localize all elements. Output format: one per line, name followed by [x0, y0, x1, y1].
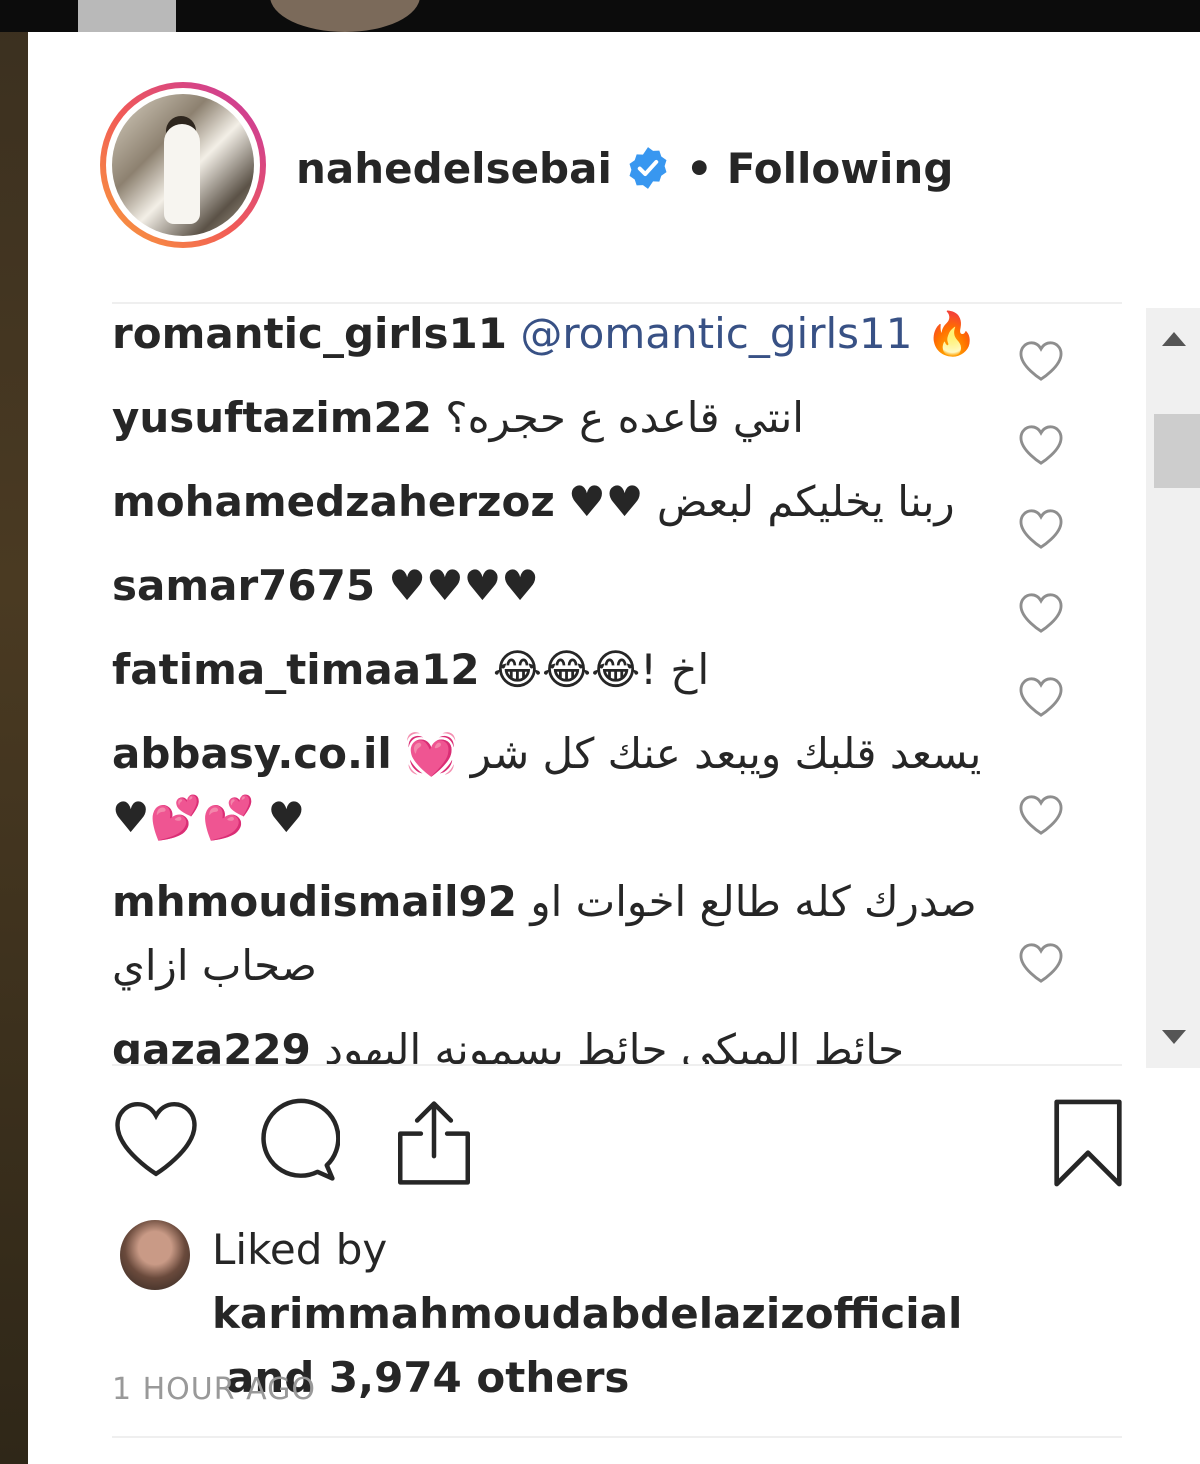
- profile-photo: [112, 94, 254, 236]
- liker-avatar[interactable]: [120, 1220, 190, 1290]
- comment-item: abbasy.co.il يسعد قلبك ويبعد عنك كل شر 💓…: [112, 722, 992, 850]
- backdrop-strip: [78, 0, 176, 32]
- comment-like-heart-icon[interactable]: [1018, 676, 1064, 718]
- comment-author[interactable]: fatima_timaa12: [112, 645, 480, 694]
- comment-like-heart-icon[interactable]: [1018, 592, 1064, 634]
- like-heart-icon[interactable]: [112, 1098, 200, 1180]
- comment-author[interactable]: mhmoudismail92: [112, 877, 517, 926]
- verified-badge-icon: [629, 147, 667, 189]
- username-link[interactable]: nahedelsebai: [296, 144, 612, 193]
- comment-item: samar7675 ♥♥♥♥: [112, 554, 992, 618]
- profile-avatar[interactable]: [100, 82, 266, 248]
- scrollbar-thumb[interactable]: [1154, 414, 1200, 488]
- post-side-panel: nahedelsebai • Following romantic_girls1…: [28, 32, 1200, 1464]
- comments-scrollbar[interactable]: [1146, 308, 1200, 1068]
- bookmark-icon[interactable]: [1052, 1098, 1124, 1188]
- comments-list[interactable]: romantic_girls11 @romantic_girls11 🔥 yus…: [112, 306, 1142, 1064]
- comment-text: اخ !😂😂😂: [492, 645, 710, 694]
- comment-bubble-icon[interactable]: [250, 1098, 340, 1184]
- comment-like-heart-icon[interactable]: [1018, 340, 1064, 382]
- share-icon[interactable]: [392, 1098, 476, 1188]
- likes-prefix: Liked by: [212, 1225, 388, 1274]
- separator-dot: •: [685, 143, 713, 193]
- comment-author[interactable]: romantic_girls11: [112, 309, 507, 358]
- comment-like-heart-icon[interactable]: [1018, 508, 1064, 550]
- comment-author[interactable]: abbasy.co.il: [112, 729, 392, 778]
- comment-item: yusuftazim22 انتي قاعده ع حجره؟: [112, 386, 992, 450]
- comment-item: romantic_girls11 @romantic_girls11 🔥: [112, 306, 992, 366]
- comment-like-heart-icon[interactable]: [1018, 424, 1064, 466]
- divider-bottom: [112, 1436, 1122, 1438]
- comment-like-heart-icon[interactable]: [1018, 794, 1064, 836]
- post-timestamp[interactable]: 1 HOUR AGO: [112, 1372, 316, 1407]
- comment-item: gaza229 جائط المبكى جائط بسمونه اليهود ع…: [112, 1018, 992, 1064]
- post-header: nahedelsebai • Following: [296, 140, 953, 196]
- comment-author[interactable]: samar7675: [112, 561, 375, 610]
- scroll-down-arrow-icon[interactable]: [1162, 1030, 1186, 1044]
- scroll-up-arrow-icon[interactable]: [1162, 332, 1186, 346]
- comment-item: mhmoudismail92 صدرك كله طالع اخوات او صح…: [112, 870, 992, 998]
- comment-author[interactable]: yusuftazim22: [112, 393, 432, 442]
- comment-item: fatima_timaa12 اخ !😂😂😂: [112, 638, 992, 702]
- backdrop-top: [0, 0, 1200, 32]
- comment-text: 🔥: [925, 309, 979, 358]
- backdrop-left: [0, 0, 28, 1464]
- comment-text: ♥♥♥♥: [388, 561, 540, 610]
- comment-item: mohamedzaherzoz ربنا يخليكم لبعض ♥♥: [112, 470, 992, 534]
- comment-author[interactable]: gaza229: [112, 1025, 311, 1064]
- likes-summary: Liked by karimmahmoudabdelazizofficial a…: [212, 1218, 1142, 1410]
- comment-text: انتي قاعده ع حجره؟: [445, 393, 804, 442]
- comment-author[interactable]: mohamedzaherzoz: [112, 477, 555, 526]
- following-button[interactable]: Following: [727, 144, 954, 193]
- comment-mention[interactable]: @romantic_girls11: [520, 309, 912, 358]
- divider-actions: [112, 1064, 1122, 1066]
- divider-top: [112, 302, 1122, 304]
- backdrop-photo: [270, 0, 420, 32]
- liker-username-link[interactable]: karimmahmoudabdelazizofficial: [212, 1289, 962, 1338]
- comment-text: ربنا يخليكم لبعض ♥♥: [568, 477, 955, 526]
- comment-like-heart-icon[interactable]: [1018, 942, 1064, 984]
